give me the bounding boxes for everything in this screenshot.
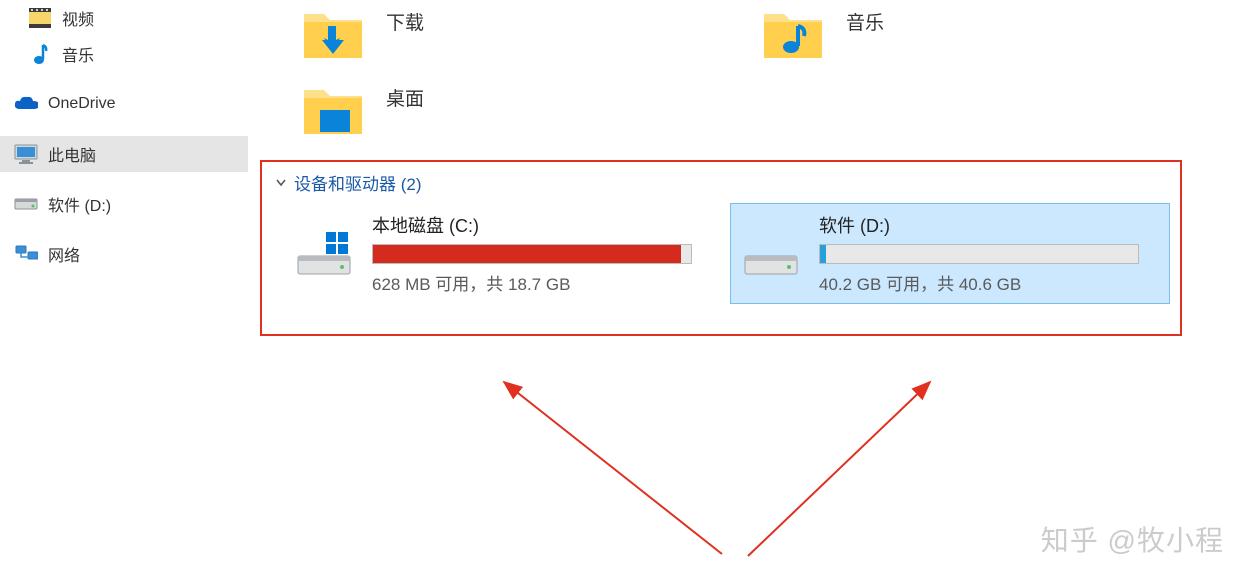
devices-section: 设备和驱动器 (2) 本地磁盘 (C:) 628 MB 可用，共 18.7 GB 软… xyxy=(260,160,1182,336)
sidebar: 视频 音乐 OneDrive 此电脑 软件 (D:) xyxy=(0,0,248,577)
sidebar-item-label: 视频 xyxy=(62,6,94,30)
folder-label: 音乐 xyxy=(846,8,884,35)
drive-icon xyxy=(14,192,38,216)
sidebar-item-label: 此电脑 xyxy=(48,142,96,166)
drive-usage-bar xyxy=(372,244,692,264)
drive-title: 软件 (D:) xyxy=(819,212,1159,238)
music-note-icon xyxy=(28,42,52,66)
chevron-down-icon xyxy=(274,176,288,190)
drive-usage-bar xyxy=(819,244,1139,264)
drive-icon xyxy=(294,230,354,278)
drive-info: 本地磁盘 (C:) 628 MB 可用，共 18.7 GB xyxy=(372,212,714,295)
watermark: 知乎 @牧小程 xyxy=(1041,519,1224,559)
drive-info: 软件 (D:) 40.2 GB 可用，共 40.6 GB xyxy=(819,212,1159,295)
folder-label: 桌面 xyxy=(386,84,424,111)
sidebar-item-this-pc[interactable]: 此电脑 xyxy=(0,136,248,172)
drive-usage-fill xyxy=(820,245,826,263)
drive-status: 40.2 GB 可用，共 40.6 GB xyxy=(819,270,1159,295)
folder-desktop-icon xyxy=(300,76,366,142)
folder-item-music[interactable]: 音乐 xyxy=(760,0,1160,66)
computer-icon xyxy=(14,142,38,166)
network-icon xyxy=(14,242,38,266)
video-icon xyxy=(28,6,52,30)
sidebar-item-music[interactable]: 音乐 xyxy=(0,36,248,72)
sidebar-item-network[interactable]: 网络 xyxy=(0,236,248,272)
cloud-icon xyxy=(14,92,38,116)
sidebar-item-label: 软件 (D:) xyxy=(48,192,111,216)
drive-item-0[interactable]: 本地磁盘 (C:) 628 MB 可用，共 18.7 GB xyxy=(284,203,724,304)
folder-item-downloads[interactable]: 下载 xyxy=(300,0,700,66)
main-content: 下载 音乐 桌面 设备和驱动器 (2) xyxy=(248,0,1242,577)
sidebar-item-videos[interactable]: 视频 xyxy=(0,0,248,36)
section-header[interactable]: 设备和驱动器 (2) xyxy=(266,168,1176,197)
drive-status: 628 MB 可用，共 18.7 GB xyxy=(372,270,714,295)
folder-downloads-icon xyxy=(300,0,366,66)
folder-music-icon xyxy=(760,0,826,66)
section-title: 设备和驱动器 (2) xyxy=(294,170,422,195)
folder-label: 下载 xyxy=(386,8,424,35)
drive-title: 本地磁盘 (C:) xyxy=(372,212,714,238)
sidebar-item-label: 网络 xyxy=(48,242,80,266)
sidebar-item-label: 音乐 xyxy=(62,42,94,66)
drive-item-1[interactable]: 软件 (D:) 40.2 GB 可用，共 40.6 GB xyxy=(730,203,1170,304)
drive-icon xyxy=(741,230,801,278)
drive-usage-fill xyxy=(373,245,681,263)
folder-item-desktop[interactable]: 桌面 xyxy=(300,76,700,142)
sidebar-item-label: OneDrive xyxy=(48,95,116,113)
sidebar-item-d-drive[interactable]: 软件 (D:) xyxy=(0,186,248,222)
sidebar-item-onedrive[interactable]: OneDrive xyxy=(0,86,248,122)
